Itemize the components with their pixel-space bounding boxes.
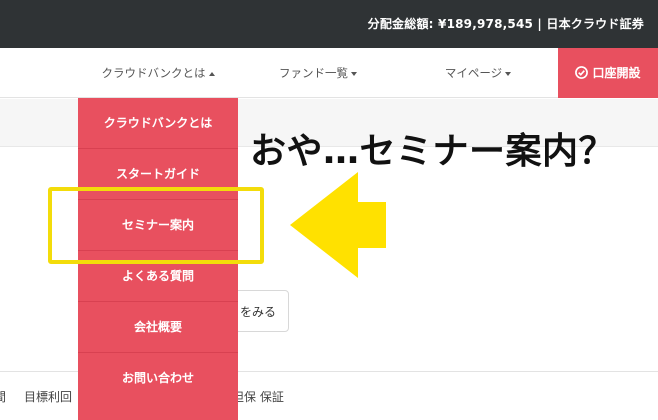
menu-item-about[interactable]: クラウドバンクとは (78, 98, 238, 149)
menu-item-company[interactable]: 会社概要 (78, 302, 238, 353)
check-circle-icon (575, 66, 589, 79)
annotation-arrow-icon (290, 172, 386, 278)
annotation-highlight-box (48, 187, 264, 264)
top-bar: 分配金総額: ¥189,978,545 | 日本クラウド証券 (0, 0, 658, 48)
open-account-button[interactable]: 口座開設 (558, 48, 658, 98)
menu-item-contact[interactable]: お問い合わせ (78, 353, 238, 404)
nav-mypage[interactable]: マイページ (398, 48, 558, 98)
nav-about-label: クラウドバンクとは (101, 66, 206, 80)
nav-mypage-label: マイページ (444, 66, 503, 80)
nav-funds-label: ファンド一覧 (279, 66, 348, 80)
nav-about-crowdbank[interactable]: クラウドバンクとは (78, 48, 238, 98)
target-yield-label: 目標利回 (24, 390, 73, 404)
fund-term-label: 間 (0, 390, 7, 404)
distribution-total: 分配金総額: ¥189,978,545 | 日本クラウド証券 (367, 17, 644, 31)
caret-up-icon (208, 71, 215, 76)
view-more-label: をみる (239, 305, 276, 319)
annotation-caption: おや…セミナー案内？ (250, 131, 616, 172)
collateral-label: 担保 保証 (232, 390, 284, 404)
nav-fund-list[interactable]: ファンド一覧 (238, 48, 398, 98)
caret-down-icon (351, 71, 357, 76)
open-account-label: 口座開設 (592, 66, 641, 80)
caret-down-icon (505, 71, 512, 76)
